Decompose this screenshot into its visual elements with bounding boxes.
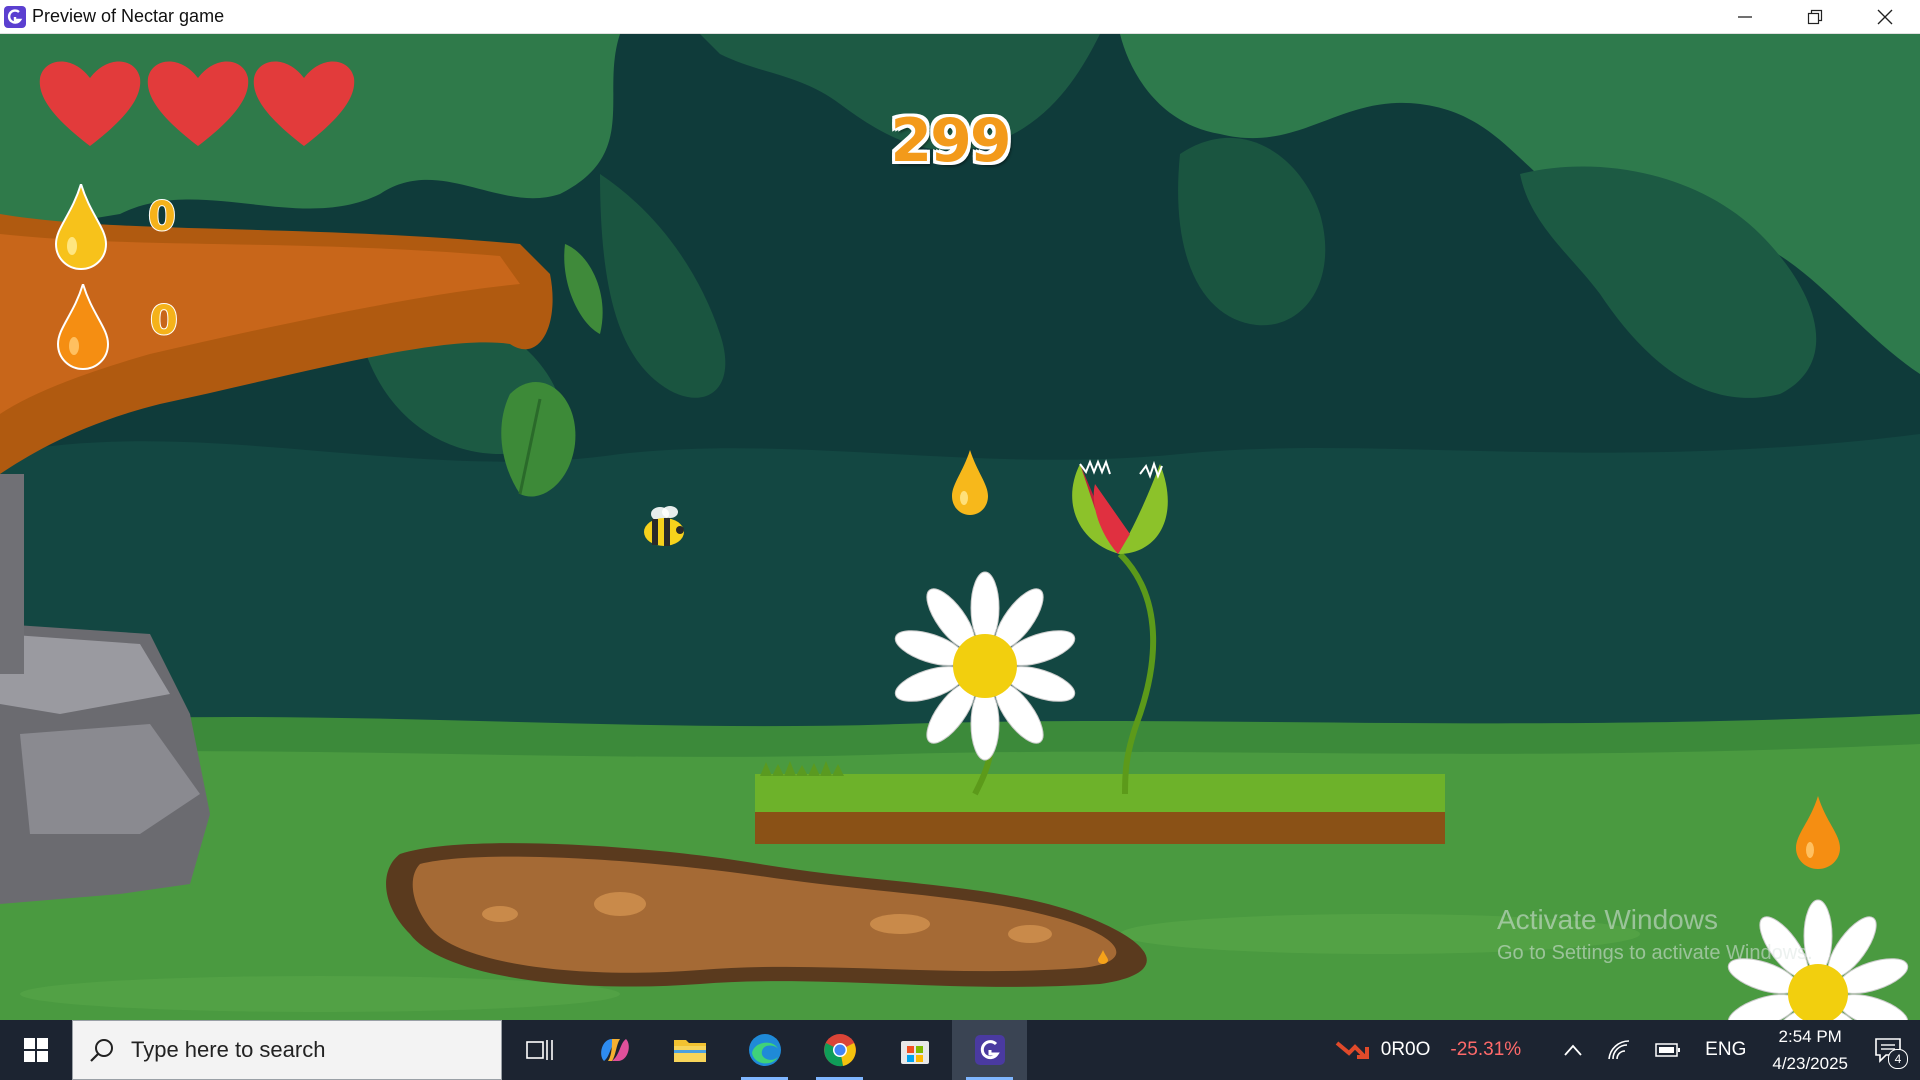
chrome-icon <box>823 1034 856 1067</box>
restore-icon <box>1807 9 1823 25</box>
language-indicator[interactable]: ENG <box>1705 1039 1746 1061</box>
clock[interactable]: 2:54 PM 4/23/2025 <box>1772 1023 1848 1077</box>
small-drop-icon <box>1098 950 1108 964</box>
edge-button[interactable] <box>727 1020 802 1080</box>
orange-nectar-count: 0 <box>149 297 179 345</box>
watermark-subtitle: Go to Settings to activate Windows. <box>1497 942 1813 964</box>
start-button[interactable] <box>0 1020 72 1080</box>
copilot-button[interactable] <box>577 1020 652 1080</box>
score-display: 299 <box>890 106 1011 176</box>
nectar-drop-pickup-icon <box>952 450 988 515</box>
edge-icon <box>748 1034 781 1066</box>
chevron-up-icon <box>1564 1044 1582 1056</box>
yellow-nectar-count: 0 <box>147 193 177 241</box>
life-heart-icon <box>147 61 249 146</box>
minimize-button[interactable] <box>1710 0 1780 34</box>
search-placeholder: Type here to search <box>131 1037 326 1062</box>
wifi-icon <box>1608 1040 1630 1060</box>
folder-icon <box>673 1040 706 1062</box>
clock-date: 4/23/2025 <box>1772 1054 1848 1073</box>
stock-ticker: 0R0O <box>1380 1039 1431 1060</box>
file-explorer-button[interactable] <box>652 1020 727 1080</box>
game-maker-icon <box>974 1035 1005 1065</box>
stock-down-icon <box>1335 1041 1369 1059</box>
battery-button[interactable] <box>1655 1042 1681 1058</box>
battery-icon <box>1655 1043 1681 1057</box>
task-view-icon <box>525 1040 553 1060</box>
title-bar: Preview of Nectar game <box>0 0 1920 34</box>
app-icon <box>4 5 26 28</box>
watermark-title: Activate Windows <box>1497 904 1718 935</box>
stock-widget[interactable]: 0R0O -25.31% <box>1335 1039 1521 1061</box>
taskbar: Type here to search 0R0O -25.31% ENG 2:5… <box>0 1020 1920 1080</box>
taskbar-search-box[interactable]: Type here to search <box>72 1020 502 1080</box>
window-title: Preview of Nectar game <box>32 6 225 26</box>
task-view-button[interactable] <box>502 1020 577 1080</box>
game-maker-button[interactable] <box>952 1020 1027 1080</box>
microsoft-store-button[interactable] <box>877 1020 952 1080</box>
life-heart-icon <box>39 61 141 146</box>
minimize-icon <box>1738 16 1752 18</box>
notification-count-badge: 4 <box>1888 1049 1908 1069</box>
stock-change: -25.31% <box>1450 1039 1522 1060</box>
bee-player-icon <box>644 506 684 546</box>
clock-time: 2:54 PM <box>1778 1027 1842 1046</box>
notifications-button[interactable]: 4 <box>1874 1037 1908 1069</box>
orange-drop-icon <box>56 284 110 370</box>
copilot-icon <box>600 1039 629 1061</box>
jungle-background <box>0 34 1920 1020</box>
yellow-drop-icon <box>54 184 108 270</box>
game-canvas[interactable]: 0 0 299 Activate Windows Go to Settings … <box>0 34 1920 1020</box>
chrome-button[interactable] <box>802 1020 877 1080</box>
orange-drop-pickup-icon <box>1796 796 1840 869</box>
close-button[interactable] <box>1850 0 1920 34</box>
restore-button[interactable] <box>1780 0 1850 34</box>
network-button[interactable] <box>1607 1039 1631 1061</box>
life-heart-icon <box>253 61 355 146</box>
store-icon <box>900 1041 929 1064</box>
search-icon <box>90 1039 113 1062</box>
show-hidden-icons-button[interactable] <box>1563 1043 1583 1057</box>
activate-windows-watermark: Activate Windows Go to Settings to activ… <box>1497 904 1813 965</box>
close-icon <box>1877 9 1893 25</box>
windows-logo-icon <box>24 1038 48 1062</box>
system-tray: 0R0O -25.31% ENG 2:54 PM 4/23/2025 4 <box>1323 1020 1920 1080</box>
